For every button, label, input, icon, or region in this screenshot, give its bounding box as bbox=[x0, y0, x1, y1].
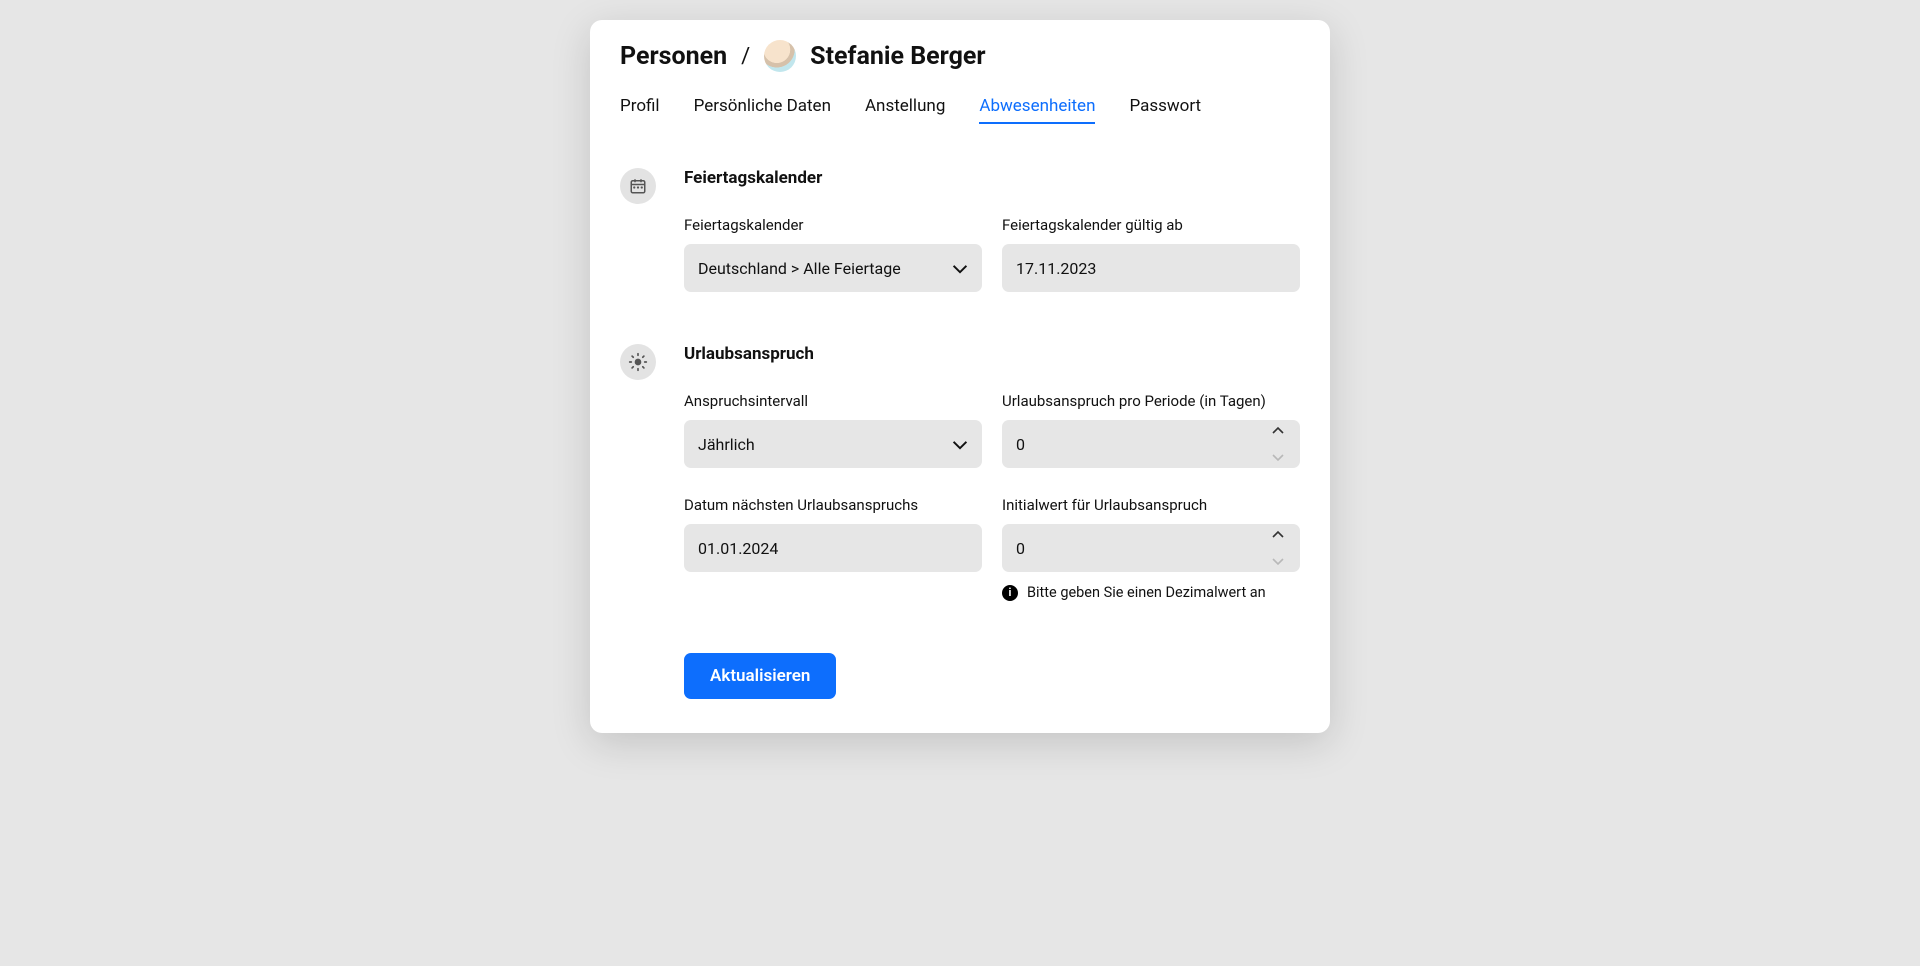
input-initial-value: 0 bbox=[1016, 539, 1025, 558]
chevron-down-icon bbox=[952, 435, 968, 454]
input-per-period-value: 0 bbox=[1016, 435, 1025, 454]
label-initial: Initialwert für Urlaubsanspruch bbox=[1002, 496, 1300, 514]
info-icon: i bbox=[1002, 585, 1018, 601]
section-title-holiday: Feiertagskalender bbox=[684, 168, 1300, 188]
input-holiday-valid-from-value: 17.11.2023 bbox=[1016, 259, 1096, 278]
label-next-date: Datum nächsten Urlaubsanspruchs bbox=[684, 496, 982, 514]
hint-text: Bitte geben Sie einen Dezimalwert an bbox=[1027, 584, 1266, 601]
tab-profil[interactable]: Profil bbox=[620, 96, 660, 124]
tab-password[interactable]: Passwort bbox=[1129, 96, 1201, 124]
select-interval-value: Jährlich bbox=[698, 435, 755, 454]
tab-employment[interactable]: Anstellung bbox=[865, 96, 945, 124]
label-holiday-valid-from: Feiertagskalender gültig ab bbox=[1002, 216, 1300, 234]
breadcrumb-root[interactable]: Personen bbox=[620, 42, 727, 71]
calendar-icon bbox=[620, 168, 656, 204]
quantity-stepper[interactable] bbox=[1272, 426, 1288, 462]
label-interval: Anspruchsintervall bbox=[684, 392, 982, 410]
input-holiday-valid-from[interactable]: 17.11.2023 bbox=[1002, 244, 1300, 292]
label-holiday-calendar: Feiertagskalender bbox=[684, 216, 982, 234]
chevron-down-icon bbox=[952, 259, 968, 278]
hint-decimal: i Bitte geben Sie einen Dezimalwert an bbox=[1002, 584, 1300, 601]
tabs: Profil Persönliche Daten Anstellung Abwe… bbox=[620, 96, 1300, 124]
chevron-down-icon bbox=[1272, 558, 1284, 566]
section-vacation-entitlement: Urlaubsanspruch Anspruchsintervall Jährl… bbox=[620, 344, 1300, 601]
tab-absences[interactable]: Abwesenheiten bbox=[979, 96, 1095, 124]
chevron-up-icon bbox=[1272, 530, 1284, 538]
quantity-stepper[interactable] bbox=[1272, 530, 1288, 566]
absence-settings-card: Personen / Stefanie Berger Profil Persön… bbox=[590, 20, 1330, 733]
label-per-period: Urlaubsanspruch pro Periode (in Tagen) bbox=[1002, 392, 1300, 410]
avatar bbox=[764, 40, 796, 72]
chevron-up-icon bbox=[1272, 426, 1284, 434]
chevron-down-icon bbox=[1272, 454, 1284, 462]
sun-icon bbox=[620, 344, 656, 380]
section-title-vacation: Urlaubsanspruch bbox=[684, 344, 1300, 364]
section-holiday-calendar: Feiertagskalender Feiertagskalender Deut… bbox=[620, 168, 1300, 292]
select-interval[interactable]: Jährlich bbox=[684, 420, 982, 468]
input-next-date[interactable]: 01.01.2024 bbox=[684, 524, 982, 572]
breadcrumb-person-name: Stefanie Berger bbox=[810, 42, 985, 71]
input-next-date-value: 01.01.2024 bbox=[698, 539, 778, 558]
breadcrumb-sep: / bbox=[741, 44, 750, 69]
input-per-period[interactable]: 0 bbox=[1002, 420, 1300, 468]
input-initial[interactable]: 0 bbox=[1002, 524, 1300, 572]
select-holiday-calendar-value: Deutschland > Alle Feiertage bbox=[698, 259, 901, 278]
select-holiday-calendar[interactable]: Deutschland > Alle Feiertage bbox=[684, 244, 982, 292]
breadcrumb: Personen / Stefanie Berger bbox=[620, 40, 1300, 72]
tab-personal-data[interactable]: Persönliche Daten bbox=[694, 96, 831, 124]
submit-button[interactable]: Aktualisieren bbox=[684, 653, 836, 699]
